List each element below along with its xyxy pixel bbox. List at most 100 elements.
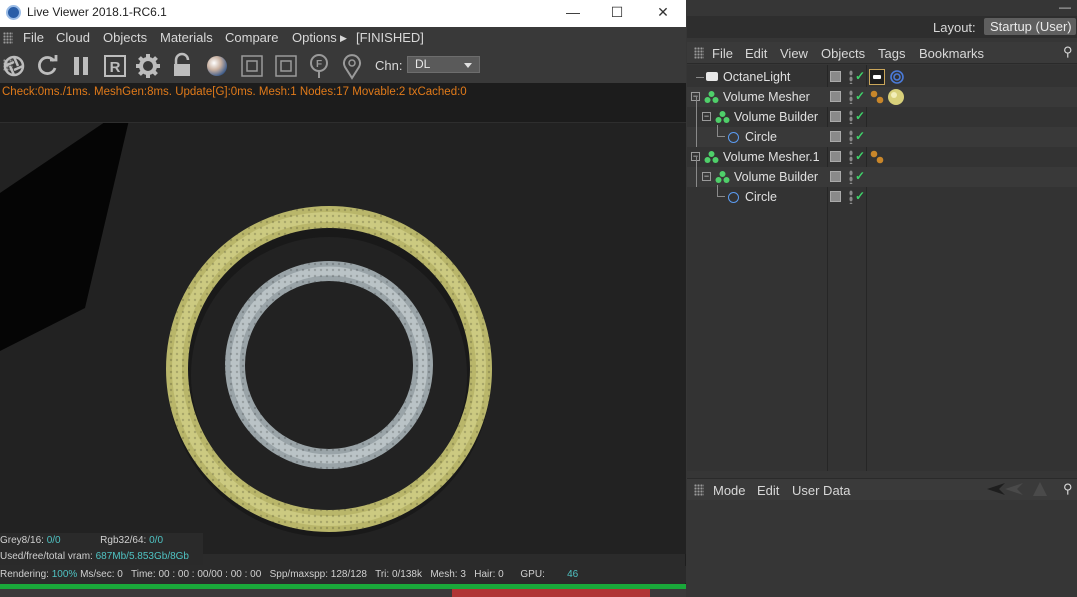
visibility-dots-icon[interactable] — [849, 70, 853, 84]
grip-icon[interactable] — [694, 47, 704, 59]
pin-icon[interactable] — [338, 52, 366, 80]
render-image — [0, 123, 492, 537]
refresh-icon[interactable] — [33, 52, 61, 80]
live-viewer-menubar: File Cloud Objects Materials Compare Opt… — [0, 27, 686, 49]
object-name[interactable]: Volume Builder — [734, 110, 818, 124]
attr-menu-edit[interactable]: Edit — [757, 483, 779, 498]
menu-materials[interactable]: Materials — [160, 30, 213, 45]
render-viewport[interactable] — [0, 123, 686, 554]
object-name[interactable]: Circle — [745, 190, 777, 204]
live-viewer-toolbar: R F Chn: DL — [0, 49, 686, 83]
menu-objects[interactable]: Objects — [103, 30, 147, 45]
circle-spline-icon — [728, 192, 739, 203]
search-icon[interactable]: ⚲ — [1063, 44, 1073, 60]
attr-menu-user-data[interactable]: User Data — [792, 483, 851, 498]
layer-visibility-icon[interactable] — [830, 91, 841, 102]
object-manager-menubar: File Edit View Objects Tags Bookmarks ⚲ — [687, 42, 1077, 64]
object-row-volume-builder[interactable]: − Volume Builder ✓ — [687, 97, 1077, 127]
object-name[interactable]: Volume Mesher — [723, 90, 810, 104]
render-status-tag: [FINISHED] — [356, 30, 424, 45]
enabled-check-icon[interactable]: ✓ — [855, 89, 865, 103]
grip-icon[interactable] — [3, 32, 13, 44]
tri-value: 0/138k — [391, 569, 422, 580]
collapse-icon[interactable]: − — [702, 112, 711, 121]
om-menu-file[interactable]: File — [712, 46, 733, 61]
maximize-button[interactable]: ☐ — [594, 0, 640, 27]
lock-icon[interactable] — [168, 52, 196, 80]
object-row-octanelight[interactable]: OctaneLight ✓ — [687, 67, 1077, 87]
menu-options[interactable]: Options — [292, 30, 337, 45]
frame-alt-icon[interactable] — [272, 52, 300, 80]
close-button[interactable]: ✕ — [640, 0, 686, 27]
visibility-dots-icon[interactable] — [849, 130, 853, 144]
dark-plane-shape — [0, 123, 129, 351]
material-sphere-icon[interactable] — [203, 52, 231, 80]
yellow-material-icon[interactable] — [887, 88, 905, 106]
om-menu-edit[interactable]: Edit — [745, 46, 767, 61]
collapse-icon[interactable]: − — [702, 172, 711, 181]
om-menu-view[interactable]: View — [780, 46, 808, 61]
enabled-check-icon[interactable]: ✓ — [855, 189, 865, 203]
object-row-circle[interactable]: Circle ✓ — [687, 185, 1077, 207]
hair-label: Hair: — [474, 569, 496, 580]
enabled-check-icon[interactable]: ✓ — [855, 69, 865, 83]
layer-visibility-icon[interactable] — [830, 171, 841, 182]
visibility-dots-icon[interactable] — [849, 110, 853, 124]
layer-visibility-icon[interactable] — [830, 191, 841, 202]
om-menu-bookmarks[interactable]: Bookmarks — [919, 46, 984, 61]
pause-icon[interactable] — [67, 52, 95, 80]
search-icon[interactable]: ⚲ — [1063, 481, 1073, 497]
object-row-circle[interactable]: Circle ✓ — [687, 125, 1077, 147]
enabled-check-icon[interactable]: ✓ — [855, 149, 865, 163]
time-label: Time: — [131, 569, 156, 580]
layout-select[interactable]: Startup (User) — [984, 18, 1076, 35]
visibility-dots-icon[interactable] — [849, 150, 853, 164]
menu-cloud[interactable]: Cloud — [56, 30, 90, 45]
timeline-strip — [0, 589, 686, 597]
layer-visibility-icon[interactable] — [830, 131, 841, 142]
back-arrow-icon[interactable] — [987, 482, 1023, 499]
aperture-icon[interactable] — [0, 52, 28, 80]
enabled-check-icon[interactable]: ✓ — [855, 129, 865, 143]
octane-light-tag-icon[interactable] — [869, 69, 885, 85]
channel-select[interactable]: DL — [407, 56, 480, 73]
light-icon — [706, 72, 718, 81]
material-tag-icon[interactable] — [869, 149, 885, 165]
rgb-value: 0/0 — [149, 535, 164, 546]
visibility-dots-icon[interactable] — [849, 190, 853, 204]
focus-pick-icon[interactable]: F — [305, 52, 333, 80]
settings-gear-icon[interactable] — [134, 52, 162, 80]
cinema4d-right-panels: — Layout: Startup (User) File Edit View … — [687, 0, 1077, 597]
object-row-volume-mesher[interactable]: − Volume Mesher ✓ — [687, 87, 1077, 107]
visibility-dots-icon[interactable] — [849, 170, 853, 184]
title-bar[interactable]: Live Viewer 2018.1-RC6.1 — ☐ ✕ — [0, 0, 686, 27]
object-name[interactable]: Volume Mesher.1 — [723, 150, 820, 164]
panel-minimize-icon[interactable]: — — [1059, 0, 1071, 14]
object-name[interactable]: OctaneLight — [723, 70, 790, 84]
layer-visibility-icon[interactable] — [830, 71, 841, 82]
layer-visibility-icon[interactable] — [830, 111, 841, 122]
target-tag-icon[interactable] — [889, 69, 905, 85]
menu-compare[interactable]: Compare — [225, 30, 278, 45]
attr-menu-mode[interactable]: Mode — [713, 483, 746, 498]
om-menu-objects[interactable]: Objects — [821, 46, 865, 61]
menu-file[interactable]: File — [23, 30, 44, 45]
grip-icon[interactable] — [694, 484, 704, 496]
object-name[interactable]: Volume Builder — [734, 170, 818, 184]
up-arrow-icon[interactable] — [1033, 482, 1047, 499]
visibility-dots-icon[interactable] — [849, 90, 853, 104]
object-row-volume-mesher-1[interactable]: − Volume Mesher.1 ✓ — [687, 147, 1077, 167]
object-name[interactable]: Circle — [745, 130, 777, 144]
volume-mesher-icon — [704, 90, 719, 107]
enabled-check-icon[interactable]: ✓ — [855, 169, 865, 183]
object-row-volume-builder[interactable]: − Volume Builder ✓ — [687, 157, 1077, 187]
enabled-check-icon[interactable]: ✓ — [855, 109, 865, 123]
minimize-button[interactable]: — — [550, 0, 596, 27]
attribute-manager-body — [687, 500, 1077, 597]
om-menu-tags[interactable]: Tags — [878, 46, 905, 61]
frame-icon[interactable] — [238, 52, 266, 80]
layer-visibility-icon[interactable] — [830, 151, 841, 162]
material-tag-icon[interactable] — [869, 89, 885, 105]
region-icon[interactable]: R — [101, 52, 129, 80]
vram-info: Used/free/total vram: 687Mb/5.853Gb/8Gb — [0, 549, 203, 565]
